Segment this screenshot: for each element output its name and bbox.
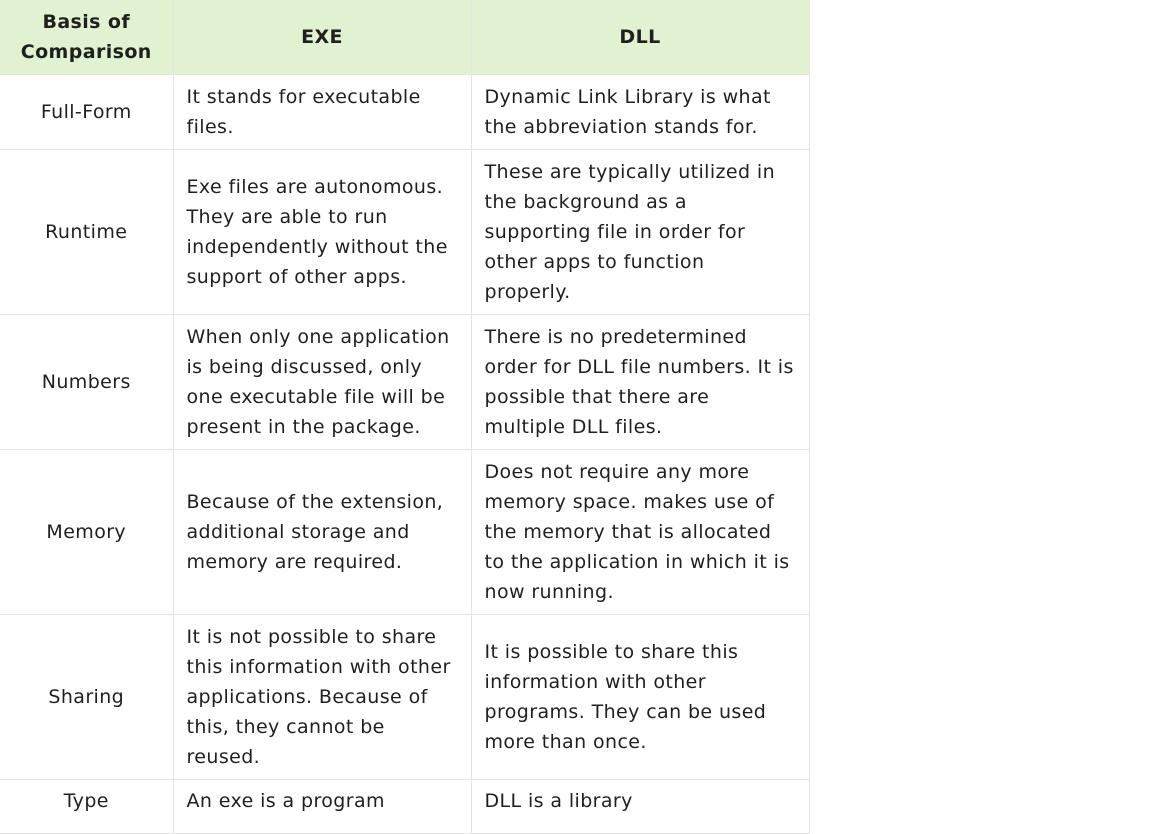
dll-cell: Dynamic Link Library is what the abbrevi… bbox=[470, 74, 810, 150]
exe-cell: Because of the extension, additional sto… bbox=[172, 449, 472, 615]
dll-cell: Does not require any more memory space. … bbox=[470, 449, 810, 615]
exe-cell: It stands for executable files. bbox=[172, 74, 472, 150]
exe-cell: It is not possible to share this informa… bbox=[172, 614, 472, 780]
exe-cell: When only one application is being discu… bbox=[172, 314, 472, 450]
dll-cell: There is no predetermined order for DLL … bbox=[470, 314, 810, 450]
dll-cell: These are typically utilized in the back… bbox=[470, 149, 810, 315]
table-header: Basis of Comparison EXE DLL bbox=[0, 0, 810, 75]
header-dll: DLL bbox=[470, 0, 810, 75]
header-exe: EXE bbox=[172, 0, 472, 75]
dll-cell: DLL is a library bbox=[470, 779, 810, 834]
table-row: Runtime Exe files are autonomous. They a… bbox=[0, 149, 810, 315]
exe-cell: An exe is a program bbox=[172, 779, 472, 834]
table-body: Full-Form It stands for executable files… bbox=[0, 74, 810, 834]
header-row: Basis of Comparison EXE DLL bbox=[0, 0, 810, 75]
table-row: Memory Because of the extension, additio… bbox=[0, 449, 810, 615]
table-row: Full-Form It stands for executable files… bbox=[0, 74, 810, 150]
basis-cell: Numbers bbox=[0, 314, 174, 450]
comparison-table: Basis of Comparison EXE DLL Full-Form It… bbox=[0, 0, 810, 834]
dll-cell: It is possible to share this information… bbox=[470, 614, 810, 780]
exe-cell: Exe files are autonomous. They are able … bbox=[172, 149, 472, 315]
basis-cell: Runtime bbox=[0, 149, 174, 315]
basis-cell: Sharing bbox=[0, 614, 174, 780]
table-row: Numbers When only one application is bei… bbox=[0, 314, 810, 450]
basis-cell: Full-Form bbox=[0, 74, 174, 150]
basis-cell: Type bbox=[0, 779, 174, 834]
table-row: Sharing It is not possible to share this… bbox=[0, 614, 810, 780]
header-basis-of-comparison: Basis of Comparison bbox=[0, 0, 174, 75]
table-row: Type An exe is a program DLL is a librar… bbox=[0, 779, 810, 834]
basis-cell: Memory bbox=[0, 449, 174, 615]
